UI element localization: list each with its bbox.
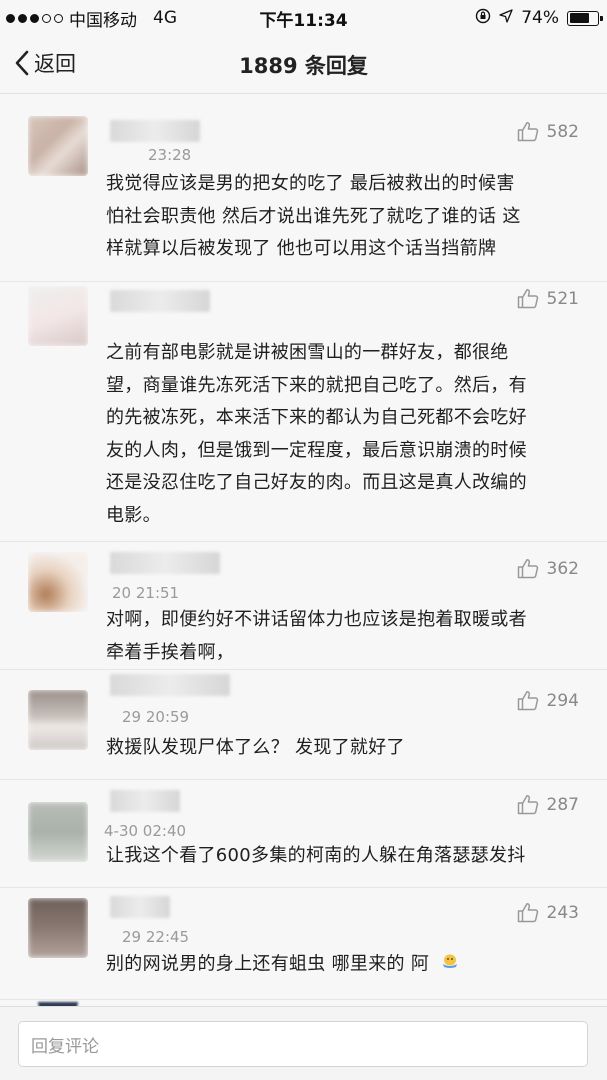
thumbs-up-icon — [517, 691, 538, 711]
thumbs-up-icon — [517, 795, 538, 815]
comment-item: 521 之前有部电影就是讲被困雪山的一群好友，都很绝 望，商量谁先冻死活下来的就… — [0, 282, 607, 542]
username-redacted[interactable] — [110, 120, 200, 142]
like-button[interactable]: 582 — [517, 121, 579, 142]
username-redacted[interactable] — [110, 552, 220, 574]
status-left: 中国移动 4G — [6, 6, 177, 31]
comment-line: 的先被冻死，本来活下来的都认为自己死都不会吃好 — [106, 407, 527, 428]
comment-time: 29 22:45 — [122, 928, 190, 946]
comment-item: 20 21:51 362 对啊，即便约好不讲话留体力也应该是抱着取暖或者 牵着手… — [0, 542, 607, 670]
comment-text: 对啊，即便约好不讲话留体力也应该是抱着取暖或者 牵着手挨着啊， — [106, 604, 581, 669]
comment-list[interactable]: 23:28 582 我觉得应该是男的把女的吃了 最后被救出的时候害 怕社会职责他… — [0, 94, 607, 1006]
comment-item: 4-30 02:40 287 让我这个看了600多集的柯南的人躲在角落瑟瑟发抖 — [0, 780, 607, 888]
comment-time: 23:28 — [148, 146, 192, 164]
like-button[interactable]: 521 — [517, 288, 579, 309]
comment-line: 还是没忍住吃了自己好友的肉。而且这是真人改编的 — [106, 472, 527, 493]
like-count: 521 — [546, 288, 579, 309]
avatar[interactable] — [28, 552, 88, 612]
avatar[interactable] — [28, 802, 88, 862]
nav-bar: 返回 1889 条回复 — [0, 36, 607, 94]
back-label: 返回 — [34, 52, 76, 76]
comment-text: 别的网说男的身上还有蛆虫 哪里来的 阿 — [106, 948, 581, 981]
comment-line: 样就算以后被发现了 他也可以用这个话当挡箭牌 — [106, 238, 497, 259]
carrier-label: 中国移动 — [69, 10, 137, 31]
comment-line: 别的网说男的身上还有蛆虫 哪里来的 阿 — [106, 948, 581, 981]
comment-line: 我觉得应该是男的把女的吃了 最后被救出的时候害 — [106, 173, 515, 194]
reply-bar: 回复评论 — [0, 1006, 607, 1080]
comment-text: 之前有部电影就是讲被困雪山的一群好友，都很绝 望，商量谁先冻死活下来的就把自己吃… — [106, 337, 581, 532]
comment-line: 之前有部电影就是讲被困雪山的一群好友，都很绝 — [106, 342, 509, 363]
avatar[interactable] — [28, 690, 88, 750]
comment-line: 友的人肉，但是饿到一定程度，最后意识崩溃的时候 — [106, 439, 527, 461]
reply-comment-input[interactable]: 回复评论 — [18, 1021, 588, 1067]
comment-time: 29 20:59 — [122, 708, 190, 726]
emoji-icon — [441, 948, 459, 981]
comment-text: 让我这个看了600多集的柯南的人躲在角落瑟瑟发抖 — [106, 840, 581, 873]
like-count: 362 — [546, 558, 579, 579]
status-bar: 中国移动 4G 下午11:34 74% — [0, 0, 607, 36]
status-right: 74% — [475, 8, 603, 29]
thumbs-up-icon — [517, 289, 538, 309]
reply-placeholder: 回复评论 — [31, 1036, 99, 1057]
comment-line-text: 别的网说男的身上还有蛆虫 哪里来的 阿 — [106, 953, 430, 975]
signal-strength-icon — [6, 13, 63, 23]
comment-line: 电影。 — [106, 504, 161, 526]
comment-text: 救援队发现尸体了么？ 发现了就好了 — [106, 732, 581, 765]
like-count: 287 — [546, 794, 579, 815]
location-arrow-icon — [499, 8, 513, 28]
username-redacted[interactable] — [110, 674, 230, 696]
back-chevron-icon — [15, 50, 29, 76]
page-title: 1889 条回复 — [239, 53, 368, 78]
comment-line: 怕社会职责他 然后才说出谁先死了就吃了谁的话 这 — [106, 205, 521, 227]
like-count: 294 — [546, 690, 579, 711]
comment-line: 对啊，即便约好不讲话留体力也应该是抱着取暖或者 — [106, 609, 527, 630]
comment-text: 我觉得应该是男的把女的吃了 最后被救出的时候害 怕社会职责他 然后才说出谁先死了… — [106, 168, 581, 266]
like-button[interactable]: 294 — [517, 690, 579, 711]
like-button[interactable]: 362 — [517, 558, 579, 579]
lock-rotation-icon — [475, 8, 491, 29]
battery-percent: 74% — [521, 8, 559, 28]
avatar[interactable] — [28, 116, 88, 176]
avatar[interactable] — [28, 286, 88, 346]
like-count: 243 — [546, 902, 579, 923]
thumbs-up-icon — [517, 559, 538, 579]
like-button[interactable]: 243 — [517, 902, 579, 923]
network-label: 4G — [153, 8, 177, 28]
comment-line: 望，商量谁先冻死活下来的就把自己吃了。然后，有 — [106, 374, 527, 396]
battery-icon — [567, 10, 603, 26]
comment-item: 29 22:45 243 别的网说男的身上还有蛆虫 哪里来的 阿 — [0, 888, 607, 1000]
comment-line: 让我这个看了600多集的柯南的人躲在角落瑟瑟发抖 — [106, 845, 526, 866]
comment-time: 20 21:51 — [112, 584, 180, 602]
username-redacted[interactable] — [110, 290, 210, 312]
username-redacted[interactable] — [110, 896, 170, 918]
like-button[interactable]: 287 — [517, 794, 579, 815]
avatar[interactable] — [28, 898, 88, 958]
thumbs-up-icon — [517, 122, 538, 142]
thumbs-up-icon — [517, 903, 538, 923]
comment-time: 4-30 02:40 — [104, 822, 187, 840]
comment-line: 牵着手挨着啊， — [106, 641, 235, 663]
comment-line: 救援队发现尸体了么？ 发现了就好了 — [106, 737, 405, 758]
comment-item: 29 20:59 294 救援队发现尸体了么？ 发现了就好了 — [0, 670, 607, 780]
back-button[interactable]: 返回 — [14, 48, 76, 78]
like-count: 582 — [546, 121, 579, 142]
comment-item: 23:28 582 我觉得应该是男的把女的吃了 最后被救出的时候害 怕社会职责他… — [0, 94, 607, 282]
username-redacted[interactable] — [110, 790, 180, 812]
